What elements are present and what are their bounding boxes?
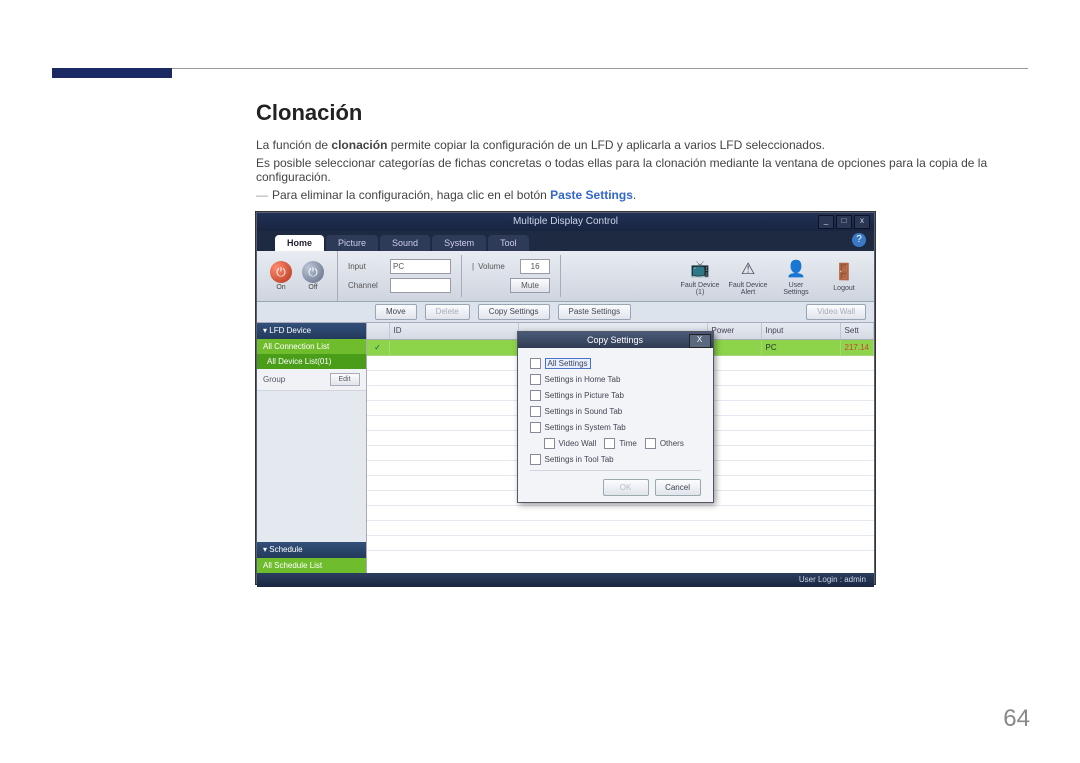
fault-alert-button[interactable]: ⚠ Fault Device Alert bbox=[728, 257, 768, 296]
page-number: 64 bbox=[1003, 705, 1030, 733]
video-wall-button[interactable]: Video Wall bbox=[806, 304, 866, 320]
sidebar-group-row: Group Edit bbox=[257, 369, 366, 390]
channel-label: Channel bbox=[348, 281, 386, 290]
chk-time[interactable]: Time bbox=[604, 438, 636, 449]
row-input-value: PC bbox=[762, 340, 841, 355]
sidebar-header-lfd[interactable]: ▾ LFD Device bbox=[257, 323, 366, 339]
dialog-body: All Settings Settings in Home Tab Settin… bbox=[518, 348, 713, 502]
dialog-close-button[interactable]: X bbox=[689, 334, 711, 348]
col-input[interactable]: Input bbox=[762, 323, 841, 339]
dialog-buttons: OK Cancel bbox=[530, 479, 701, 496]
copy-settings-button[interactable]: Copy Settings bbox=[478, 304, 550, 320]
channel-select[interactable] bbox=[390, 278, 451, 293]
col-id[interactable]: ID bbox=[390, 323, 519, 339]
app-body: ▾ LFD Device All Connection List All Dev… bbox=[257, 323, 874, 573]
tab-picture[interactable]: Picture bbox=[326, 235, 378, 251]
chk-others[interactable]: Others bbox=[645, 438, 684, 449]
header-accent-block bbox=[52, 68, 172, 78]
input-label: Input bbox=[348, 262, 386, 271]
tab-home[interactable]: Home bbox=[275, 235, 324, 251]
door-icon: 🚪 bbox=[832, 260, 856, 284]
status-bar: User Login : admin bbox=[257, 573, 874, 587]
dialog-ok-button[interactable]: OK bbox=[603, 479, 649, 496]
vol-sep: | bbox=[472, 262, 474, 271]
paste-settings-link: Paste Settings bbox=[550, 188, 633, 202]
power-off-icon: ⏻ bbox=[302, 261, 324, 283]
sidebar-header-schedule[interactable]: ▾ Schedule bbox=[257, 542, 366, 558]
dialog-separator bbox=[530, 470, 701, 471]
intro-paragraph-1: La función de clonación permite copiar l… bbox=[256, 138, 1026, 152]
sidebar-edit-button[interactable]: Edit bbox=[330, 373, 360, 386]
copy-settings-dialog: Copy Settings X All Settings Settings in… bbox=[517, 331, 714, 503]
tab-sound[interactable]: Sound bbox=[380, 235, 430, 251]
tab-tool[interactable]: Tool bbox=[488, 235, 529, 251]
tab-system[interactable]: System bbox=[432, 235, 486, 251]
minimize-button[interactable]: _ bbox=[818, 215, 834, 229]
logout-button[interactable]: 🚪 Logout bbox=[824, 260, 864, 292]
volume-value[interactable]: 16 bbox=[520, 259, 550, 274]
chk-system-sub-row: Video Wall Time Others bbox=[544, 438, 701, 449]
tabs-row: Home Picture Sound System Tool ? bbox=[257, 231, 874, 251]
fault-device-button[interactable]: 📺 Fault Device (1) bbox=[680, 257, 720, 296]
toolbar-right-icons: 📺 Fault Device (1) ⚠ Fault Device Alert … bbox=[680, 257, 874, 296]
monitor-icon: 📺 bbox=[688, 257, 712, 281]
toolbar: ⏻ On ⏻ Off Input PC Channel bbox=[257, 251, 874, 302]
power-on-button[interactable]: ⏻ On bbox=[267, 261, 295, 291]
chk-tool-tab[interactable]: Settings in Tool Tab bbox=[530, 454, 701, 465]
col-settings[interactable]: Sett bbox=[841, 323, 874, 339]
move-button[interactable]: Move bbox=[375, 304, 417, 320]
window-controls: _ □ x bbox=[818, 215, 870, 229]
alert-icon: ⚠ bbox=[736, 257, 760, 281]
maximize-button[interactable]: □ bbox=[836, 215, 852, 229]
chk-video-wall[interactable]: Video Wall bbox=[544, 438, 597, 449]
sidebar-item-all-schedule[interactable]: All Schedule List bbox=[257, 558, 366, 573]
power-on-icon: ⏻ bbox=[270, 261, 292, 283]
note-line: ―Para eliminar la configuración, haga cl… bbox=[256, 188, 1026, 202]
dialog-cancel-button[interactable]: Cancel bbox=[655, 479, 701, 496]
chk-picture-tab[interactable]: Settings in Picture Tab bbox=[530, 390, 701, 401]
action-bar: Move Delete Copy Settings Paste Settings… bbox=[257, 302, 874, 323]
chk-home-tab[interactable]: Settings in Home Tab bbox=[530, 374, 701, 385]
main-grid: ID Power Input Sett ✓ PC 217.14 bbox=[367, 323, 874, 573]
header-rule bbox=[52, 68, 1028, 69]
sidebar-spacer bbox=[257, 390, 366, 542]
input-channel-group: Input PC Channel bbox=[338, 255, 462, 297]
sidebar: ▾ LFD Device All Connection List All Dev… bbox=[257, 323, 367, 573]
paste-settings-button[interactable]: Paste Settings bbox=[558, 304, 632, 320]
sidebar-item-all-device[interactable]: All Device List(01) bbox=[257, 354, 366, 369]
intro-paragraph-2: Es posible seleccionar categorías de fic… bbox=[256, 156, 1026, 184]
user-icon: 👤 bbox=[784, 257, 808, 281]
app-window: Multiple Display Control _ □ x Home Pict… bbox=[256, 212, 875, 584]
row-check-icon: ✓ bbox=[367, 340, 390, 355]
dialog-title: Copy Settings X bbox=[518, 332, 713, 348]
chk-system-tab[interactable]: Settings in System Tab bbox=[530, 422, 701, 433]
power-off-button[interactable]: ⏻ Off bbox=[299, 261, 327, 291]
user-settings-button[interactable]: 👤 User Settings bbox=[776, 257, 816, 296]
volume-group: | Volume 16 Mute bbox=[462, 255, 561, 297]
chk-sound-tab[interactable]: Settings in Sound Tab bbox=[530, 406, 701, 417]
input-select[interactable]: PC bbox=[390, 259, 451, 274]
volume-label: Volume bbox=[478, 262, 516, 271]
col-power[interactable]: Power bbox=[708, 323, 762, 339]
app-titlebar: Multiple Display Control _ □ x bbox=[257, 213, 874, 231]
row-settings-value: 217.14 bbox=[841, 340, 874, 355]
chk-all-settings[interactable]: All Settings bbox=[530, 358, 701, 369]
delete-button[interactable]: Delete bbox=[425, 304, 470, 320]
mute-button[interactable]: Mute bbox=[510, 278, 550, 293]
close-button[interactable]: x bbox=[854, 215, 870, 229]
sidebar-item-all-connection[interactable]: All Connection List bbox=[257, 339, 366, 354]
help-icon[interactable]: ? bbox=[852, 233, 866, 247]
power-group: ⏻ On ⏻ Off bbox=[257, 251, 338, 301]
content-area: Clonación La función de clonación permit… bbox=[256, 100, 1026, 584]
page-title: Clonación bbox=[256, 100, 1026, 126]
sidebar-group-label: Group bbox=[263, 375, 285, 384]
